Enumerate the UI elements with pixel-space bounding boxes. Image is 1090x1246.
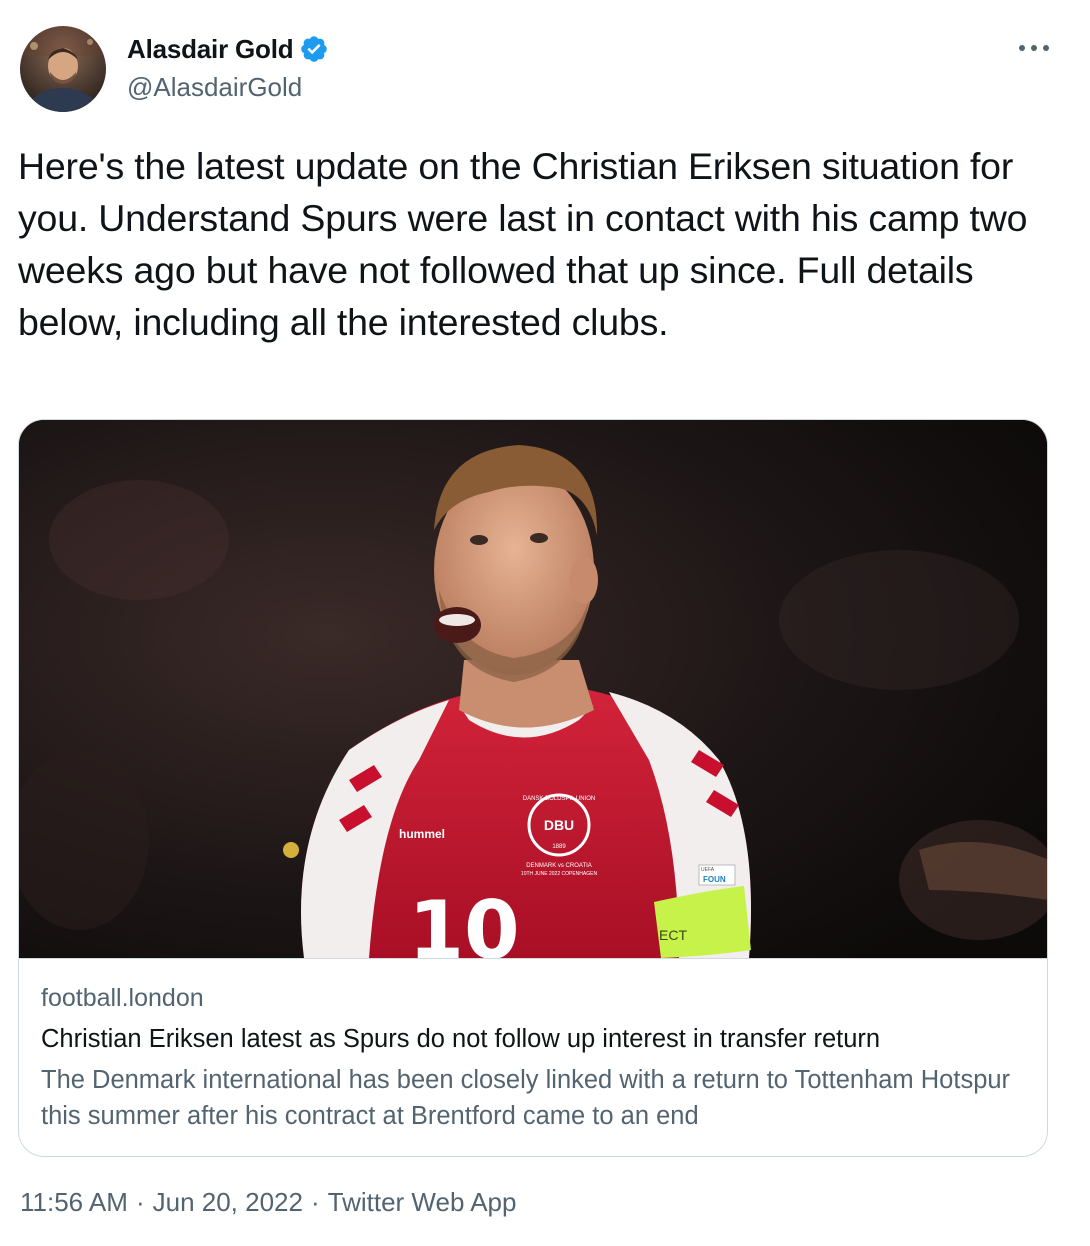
tweet-time[interactable]: 11:56 AM [20, 1184, 128, 1220]
jersey-crest-ring-label: DANSK BOLDSPIL UNION [523, 796, 595, 802]
jersey-match-line-1: DENMARK vs CROATIA [526, 863, 592, 869]
author-name-row[interactable]: Alasdair Gold [127, 32, 329, 66]
tweet-date[interactable]: Jun 20, 2022 [153, 1184, 303, 1220]
jersey-number: 10 [408, 884, 519, 958]
tweet: Alasdair Gold @AlasdairGold Here's the l… [0, 0, 1090, 1246]
tweet-meta: 11:56 AM · Jun 20, 2022 · Twitter Web Ap… [20, 1184, 516, 1220]
jersey-brand-label: hummel [399, 827, 445, 841]
jersey-match-line-2: 10TH JUNE 2022 COPENHAGEN [521, 871, 598, 877]
tweet-source[interactable]: Twitter Web App [328, 1184, 517, 1220]
sleeve-patch-top: UEFA [701, 867, 715, 873]
footballer-photo-icon: hummel DBU DANSK BOLDSPIL UNION 1889 DEN… [19, 420, 1047, 958]
verified-badge-icon [299, 34, 329, 64]
card-image[interactable]: hummel DBU DANSK BOLDSPIL UNION 1889 DEN… [19, 420, 1047, 959]
card-title[interactable]: Christian Eriksen latest as Spurs do not… [41, 1022, 880, 1056]
author-display-name[interactable]: Alasdair Gold [127, 32, 294, 66]
author-handle[interactable]: @AlasdairGold [127, 70, 302, 104]
meta-separator: · [135, 1187, 145, 1217]
jersey-crest-label: DBU [544, 817, 574, 833]
more-options-icon[interactable] [1016, 30, 1052, 66]
card-domain: football.london [41, 984, 204, 1012]
armband-label: ECT [659, 927, 687, 943]
link-preview-card[interactable]: hummel DBU DANSK BOLDSPIL UNION 1889 DEN… [18, 419, 1048, 1157]
sleeve-patch-label: FOUN [703, 875, 726, 884]
jersey-crest-year-label: 1889 [552, 844, 566, 850]
author-avatar[interactable] [20, 26, 106, 112]
tweet-text: Here's the latest update on the Christia… [18, 145, 1028, 343]
meta-separator: · [310, 1187, 320, 1217]
avatar-photo-icon [20, 26, 106, 112]
card-description: The Denmark international has been close… [41, 1066, 1011, 1130]
